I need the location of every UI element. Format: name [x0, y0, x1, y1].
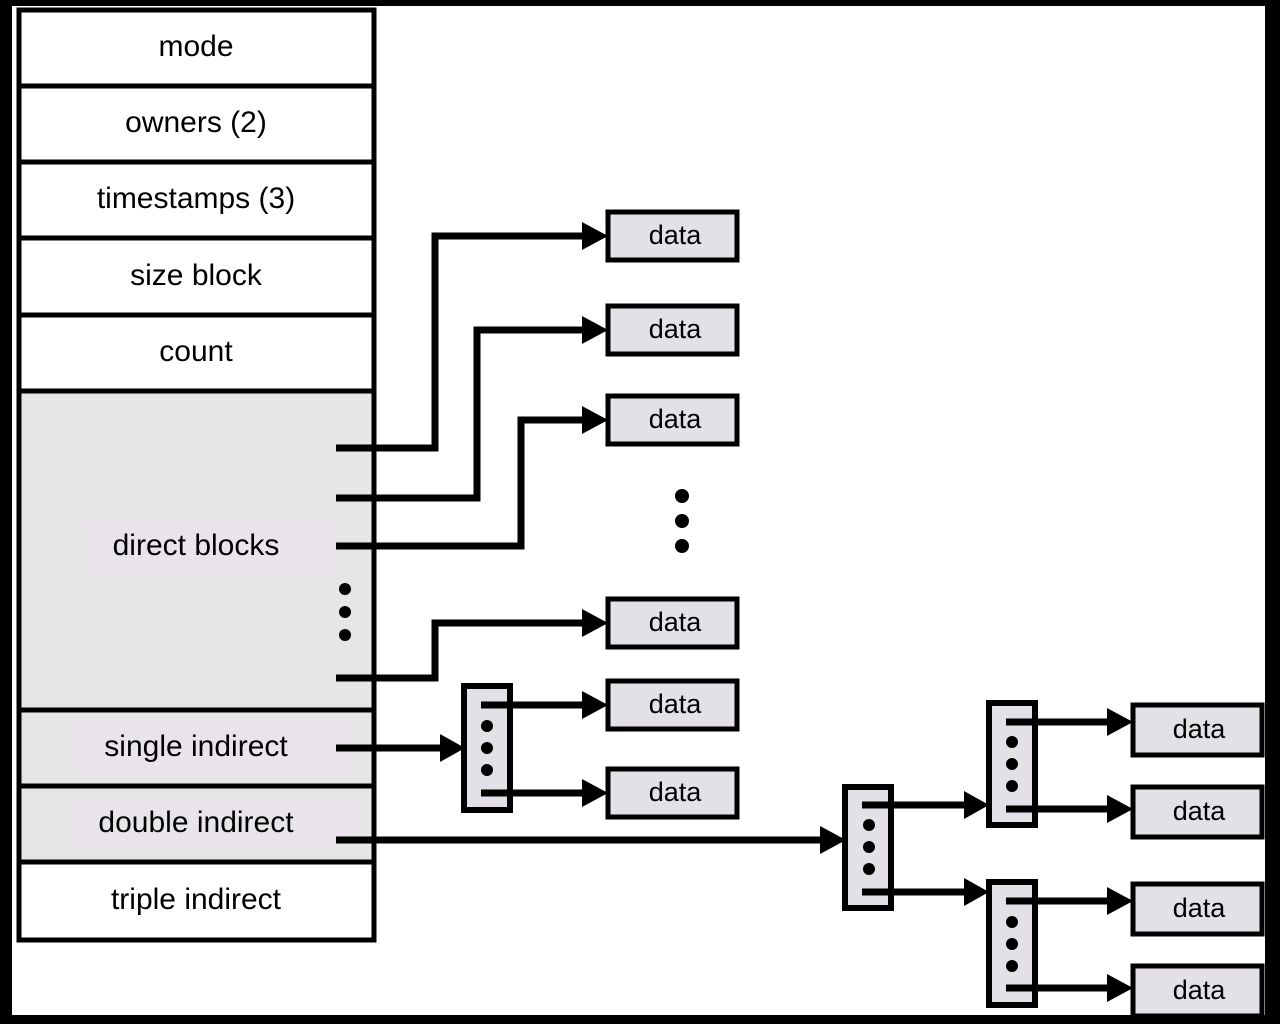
wire-double-l2-bottom-data-2	[1035, 974, 1133, 1002]
arrowhead-icon	[1107, 795, 1133, 823]
arrowhead-icon	[582, 691, 608, 719]
arrowhead-icon	[964, 791, 989, 819]
wire-direct-1	[336, 222, 608, 452]
arrowhead-icon	[1107, 974, 1133, 1002]
wire-direct-3	[336, 406, 608, 550]
arrowhead-icon	[582, 779, 608, 807]
inode-row-direct-blocks[interactable]: direct blocks	[16, 388, 377, 713]
data-block-label: data	[649, 607, 703, 637]
wire-double-l2-top-data-2	[1035, 795, 1133, 823]
data-block-label: data	[649, 689, 703, 719]
arrowhead-icon	[1107, 887, 1133, 915]
arrowhead-icon	[582, 222, 608, 250]
data-block-direct-last[interactable]: data	[605, 596, 740, 650]
data-block-direct-3[interactable]: data	[605, 393, 740, 447]
data-block-double-ind-1[interactable]: data	[1130, 702, 1265, 758]
data-block-label: data	[1173, 714, 1227, 744]
wire-double-l1-l2-bottom	[891, 878, 989, 906]
data-block-double-ind-3[interactable]: data	[1130, 881, 1265, 937]
data-block-label: data	[649, 404, 703, 434]
inode-row-label: direct blocks	[113, 529, 280, 562]
data-block-label: data	[649, 314, 703, 344]
data-block-direct-2[interactable]: data	[605, 303, 740, 357]
wire-direct-last	[336, 609, 608, 682]
indirect-block-ellipsis-icon	[1006, 916, 1018, 972]
inode-row-triple-indirect[interactable]: triple indirect	[16, 859, 377, 943]
inode-row-label: owners (2)	[125, 106, 267, 139]
data-block-direct-1[interactable]: data	[605, 209, 740, 263]
inode-row-size-block[interactable]: size block	[16, 235, 377, 318]
direct-blocks-ellipsis-icon	[339, 583, 351, 641]
indirect-block-ellipsis-icon	[1006, 736, 1018, 792]
indirect-block-ellipsis-icon	[481, 720, 493, 776]
data-block-double-ind-4[interactable]: data	[1130, 963, 1265, 1019]
inode-row-count[interactable]: count	[16, 312, 377, 394]
indirect-block-ellipsis-icon	[863, 819, 875, 875]
arrowhead-icon	[1107, 708, 1133, 736]
inode-row-label: timestamps (3)	[97, 182, 295, 215]
data-block-single-ind-1[interactable]: data	[605, 678, 740, 732]
data-block-label: data	[649, 220, 703, 250]
arrowhead-icon	[582, 609, 608, 637]
data-block-double-ind-2[interactable]: data	[1130, 784, 1265, 840]
inode-row-double-indirect[interactable]: double indirect	[16, 783, 377, 865]
wire-double-l1-l2-top	[891, 791, 989, 819]
arrowhead-icon	[964, 878, 989, 906]
arrowhead-icon	[582, 316, 608, 344]
data-block-single-ind-2[interactable]: data	[605, 766, 740, 820]
data-block-label: data	[1173, 893, 1227, 923]
wire-double-l2-bottom-data-1	[1035, 887, 1133, 915]
data-blocks-ellipsis-icon	[675, 489, 689, 553]
inode-row-label: count	[159, 335, 233, 368]
inode-row-label: mode	[158, 30, 233, 63]
inode-row-single-indirect[interactable]: single indirect	[16, 707, 377, 789]
inode-row-owners[interactable]: owners (2)	[16, 83, 377, 165]
diagram-page: mode owners (2) timestamps (3) size bloc…	[0, 0, 1280, 1024]
inode-row-label: triple indirect	[111, 883, 282, 916]
wire-double-indirect	[336, 826, 846, 854]
data-block-label: data	[1173, 796, 1227, 826]
wire-single-indirect-data-2	[510, 779, 608, 807]
inode-row-mode[interactable]: mode	[16, 7, 377, 89]
wire-direct-2	[336, 316, 608, 502]
inode-table: mode owners (2) timestamps (3) size bloc…	[16, 7, 377, 943]
inode-row-label: single indirect	[104, 730, 288, 763]
inode-row-label: size block	[130, 259, 263, 292]
arrowhead-icon	[582, 406, 608, 434]
data-block-label: data	[649, 777, 703, 807]
wire-single-indirect-data-1	[510, 691, 608, 719]
inode-diagram: mode owners (2) timestamps (3) size bloc…	[16, 7, 1265, 1019]
data-block-label: data	[1173, 975, 1227, 1005]
inode-row-timestamps[interactable]: timestamps (3)	[16, 159, 377, 241]
wire-double-l2-top-data-1	[1035, 708, 1133, 736]
inode-row-label: double indirect	[98, 806, 294, 839]
